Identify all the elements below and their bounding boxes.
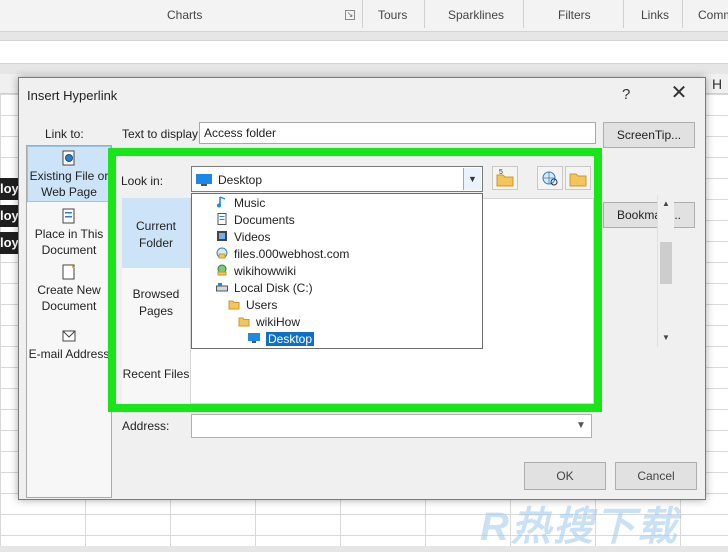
dialog-title: Insert Hyperlink [27,88,118,103]
scroll-up-icon[interactable]: ▲ [658,197,674,211]
close-icon[interactable]: ✕ [669,83,689,103]
ribbon-group-links[interactable]: Links [641,8,669,22]
link-to-panel: Existing File or Web Page Place in This … [26,145,112,498]
highlight-frame [108,148,602,412]
link-to-new-document-label: Create New Document [37,283,101,313]
text-to-display-label: Text to display: [122,127,202,141]
ribbon-group-tours[interactable]: Tours [378,8,407,22]
ribbon-group-sparklines[interactable]: Sparklines [448,8,504,22]
ribbon-separator [523,0,524,28]
screentip-button[interactable]: ScreenTip... [603,122,695,148]
ribbon-separator [362,0,363,28]
cancel-button[interactable]: Cancel [615,462,697,490]
email-icon [62,330,76,342]
link-to-new-document[interactable]: Create New Document [27,262,111,314]
ribbon-separator [623,0,624,28]
column-header-h[interactable]: H [712,76,722,92]
ribbon-separator [682,0,683,28]
place-in-document-icon [62,208,75,224]
scrollbar-thumb[interactable] [660,242,672,284]
link-to-existing-file-label: Existing File or Web Page [29,169,109,199]
cell-dark[interactable]: loy [0,232,18,254]
new-document-icon [62,264,75,280]
scroll-down-icon[interactable]: ▼ [658,331,674,345]
link-to-place-in-document-label: Place in This Document [34,227,104,257]
formula-bar[interactable] [0,40,728,64]
text-to-display-input[interactable]: Access folder [199,122,596,144]
address-label: Address: [122,419,170,433]
address-input[interactable] [191,414,592,438]
watermark: R热搜下载 [480,505,679,549]
ok-button[interactable]: OK [524,462,606,490]
bookmark-button[interactable]: Bookmark... [603,202,695,228]
dropdown-scrollbar[interactable]: ▲ ▼ [657,195,674,347]
link-to-existing-file[interactable]: Existing File or Web Page [27,146,111,202]
cell-dark[interactable]: loy [0,178,18,200]
ribbon-group-charts[interactable]: Charts [167,8,202,22]
link-to-label: Link to: [45,127,84,141]
ribbon-group-filters[interactable]: Filters [558,8,591,22]
ribbon-group-comments[interactable]: Comm [698,8,728,22]
address-dropdown-icon[interactable]: ▼ [572,415,590,437]
excel-ribbon: Charts ↘ Tours Sparklines Filters Links … [0,0,728,32]
link-to-email-address-label: E-mail Address [28,347,110,361]
dialog-launcher-icon[interactable]: ↘ [345,10,355,20]
link-to-email-address[interactable]: E-mail Address [27,326,111,362]
link-to-place-in-document[interactable]: Place in This Document [27,206,111,258]
existing-file-icon [62,150,75,166]
cell-dark[interactable]: loy [0,205,18,227]
ribbon-separator [424,0,425,28]
help-icon[interactable]: ? [622,86,630,103]
